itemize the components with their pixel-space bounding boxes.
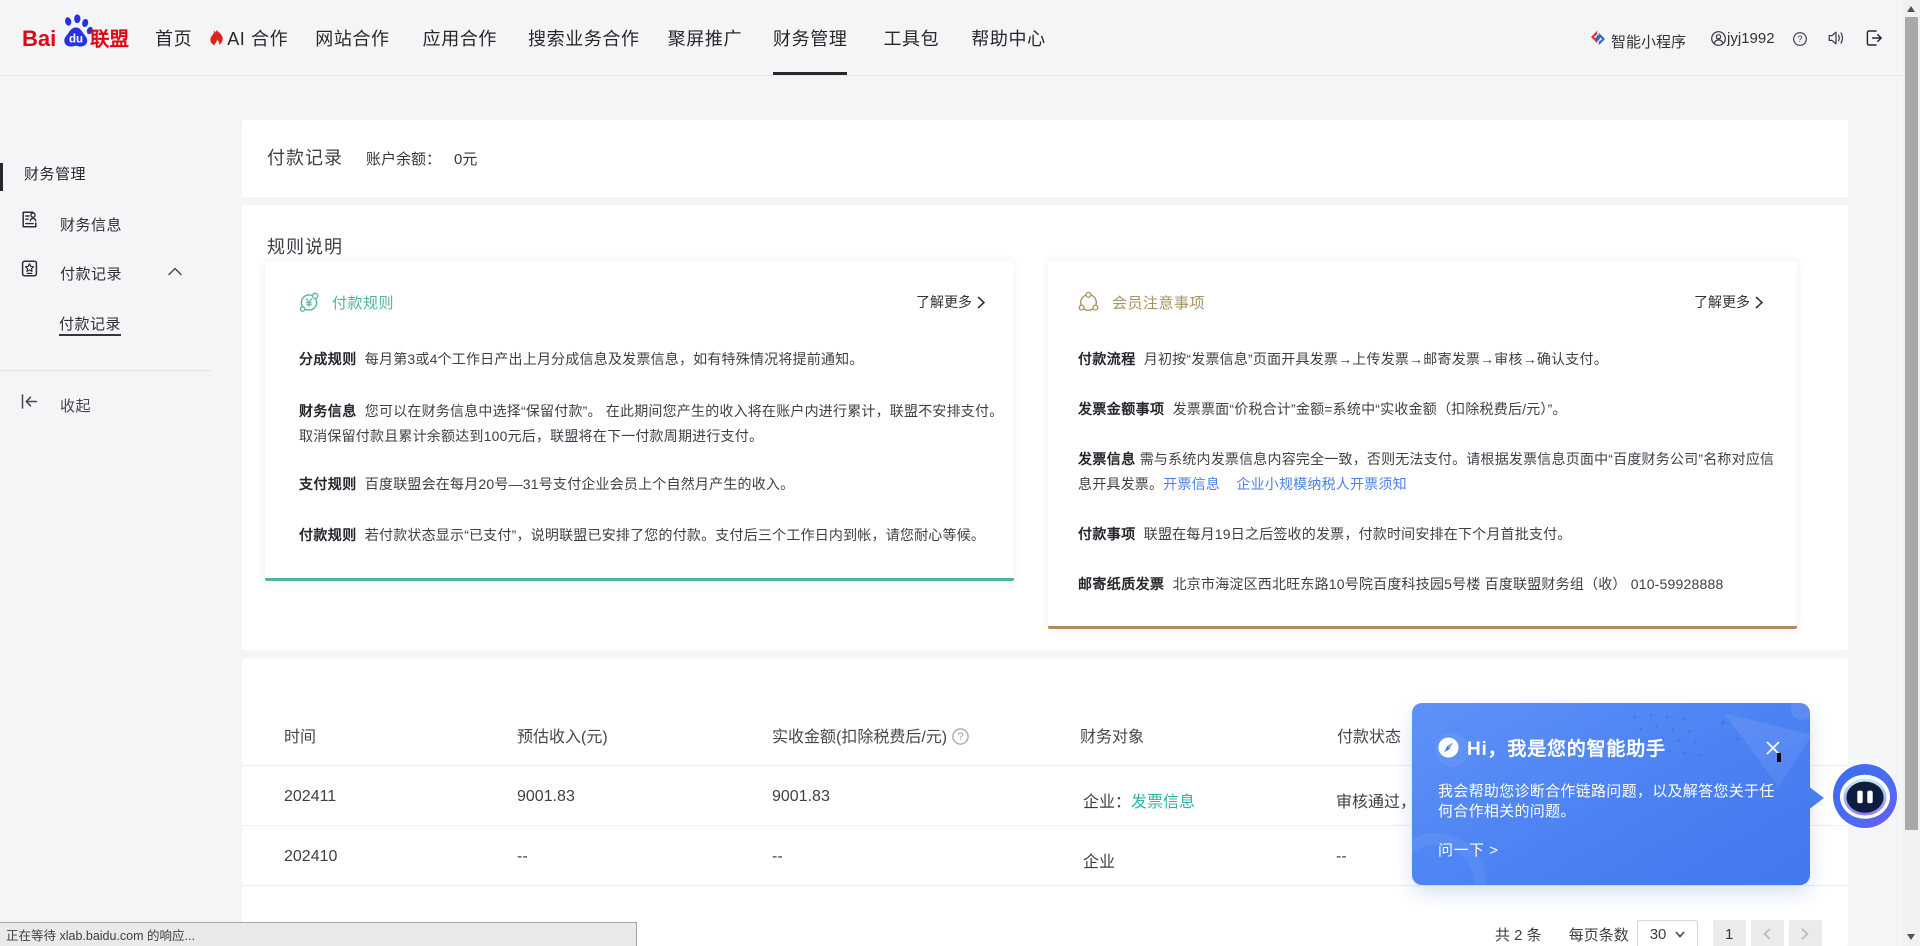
svg-text:?: ?: [1798, 34, 1803, 44]
svg-text:?: ?: [957, 731, 963, 743]
